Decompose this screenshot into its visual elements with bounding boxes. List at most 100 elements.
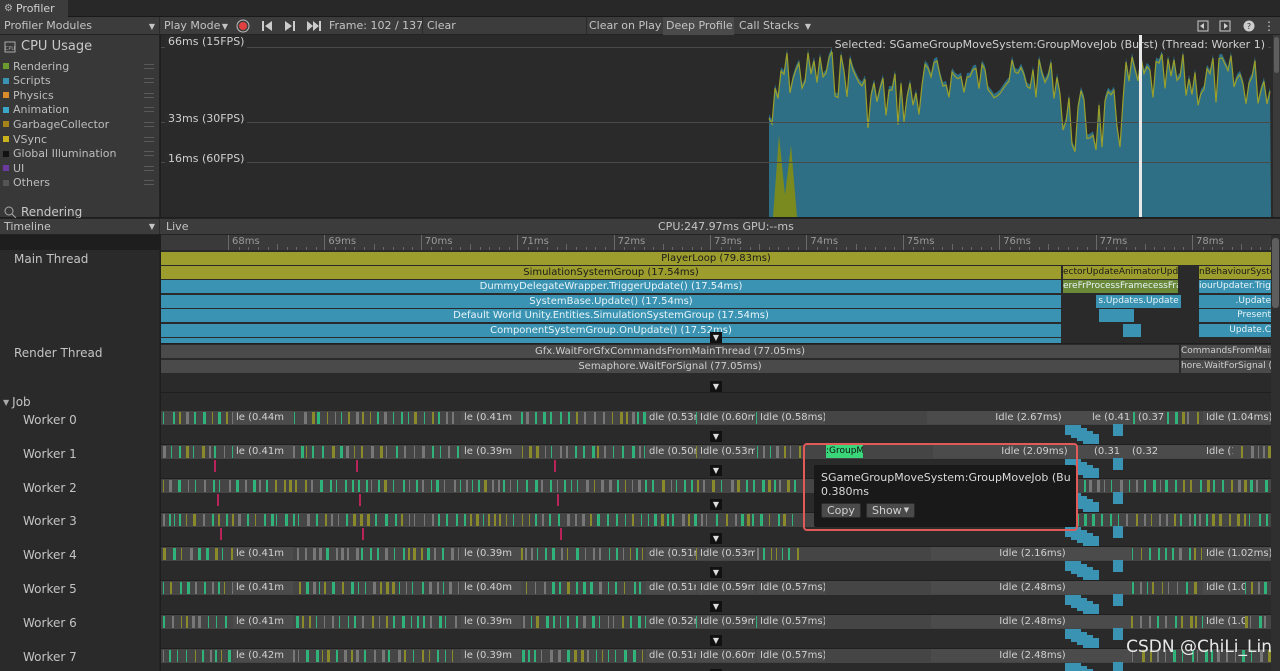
job-sample[interactable] bbox=[545, 446, 546, 458]
idle-sample[interactable]: dle (0.51ms bbox=[646, 649, 696, 662]
job-sample[interactable] bbox=[776, 548, 777, 560]
job-sample[interactable] bbox=[632, 480, 633, 492]
job-sample[interactable] bbox=[385, 514, 388, 526]
first-frame-button[interactable] bbox=[258, 17, 276, 35]
job-sample[interactable] bbox=[370, 548, 372, 560]
job-sample[interactable] bbox=[374, 650, 376, 662]
job-sample[interactable] bbox=[608, 582, 609, 594]
job-sample[interactable] bbox=[1175, 480, 1177, 492]
job-sample[interactable] bbox=[457, 446, 459, 458]
job-sample[interactable] bbox=[567, 650, 570, 662]
job-sample[interactable] bbox=[613, 446, 614, 458]
job-sample[interactable] bbox=[592, 446, 595, 458]
job-sample[interactable] bbox=[452, 650, 453, 662]
job-sample[interactable] bbox=[331, 514, 333, 526]
worker-6-label[interactable]: Worker 6 bbox=[23, 616, 77, 630]
job-sample[interactable] bbox=[602, 650, 603, 662]
job-sample[interactable] bbox=[371, 446, 374, 458]
job-sample[interactable] bbox=[638, 480, 641, 492]
job-sample[interactable] bbox=[362, 616, 364, 628]
job-sample[interactable] bbox=[632, 446, 635, 458]
job-sample[interactable] bbox=[344, 650, 347, 662]
job-sample[interactable] bbox=[232, 514, 234, 526]
job-sample[interactable] bbox=[648, 514, 649, 526]
job-sample[interactable] bbox=[1104, 480, 1105, 492]
job-sample[interactable] bbox=[1222, 480, 1224, 492]
job-sample[interactable] bbox=[523, 616, 525, 628]
idle-sample[interactable]: le (0.39m bbox=[461, 615, 521, 628]
job-sample[interactable] bbox=[293, 650, 295, 662]
job-sample[interactable] bbox=[342, 582, 344, 594]
job-sample[interactable] bbox=[370, 412, 371, 424]
job-sample[interactable] bbox=[414, 446, 415, 458]
timeline-tracks[interactable]: PlayerLoop (79.83ms) SimulationSystemGro… bbox=[161, 250, 1271, 671]
job-sample[interactable] bbox=[319, 582, 320, 594]
job-sample[interactable] bbox=[179, 514, 181, 526]
job-sample[interactable] bbox=[1110, 514, 1112, 526]
job-sample[interactable] bbox=[770, 446, 771, 458]
job-sample[interactable] bbox=[641, 514, 642, 526]
cpu-usage-chart[interactable]: 66ms (15FPS) 33ms (30FPS) 16ms (60FPS) S… bbox=[161, 35, 1280, 217]
job-sample[interactable] bbox=[377, 412, 379, 424]
job-sample[interactable] bbox=[312, 446, 314, 458]
job-sample[interactable] bbox=[626, 412, 628, 424]
job-sample[interactable] bbox=[212, 412, 213, 424]
expand-main-thread-button[interactable]: ▼ bbox=[710, 332, 722, 343]
job-sample[interactable] bbox=[206, 548, 209, 560]
job-sample[interactable] bbox=[313, 582, 316, 594]
job-sample[interactable] bbox=[398, 650, 401, 662]
idle-sample[interactable]: le (0.42m bbox=[233, 649, 293, 662]
job-sample[interactable] bbox=[1190, 480, 1192, 492]
job-sample[interactable] bbox=[778, 514, 780, 526]
job-sample[interactable] bbox=[296, 616, 299, 628]
job-sample[interactable] bbox=[624, 650, 627, 662]
job-sample[interactable] bbox=[451, 548, 454, 560]
job-sample[interactable] bbox=[429, 650, 430, 662]
job-sample[interactable] bbox=[388, 650, 390, 662]
job-sample[interactable] bbox=[440, 446, 441, 458]
job-sample[interactable] bbox=[385, 548, 388, 560]
job-sample[interactable] bbox=[215, 548, 218, 560]
job-sample[interactable] bbox=[322, 446, 324, 458]
job-sample[interactable] bbox=[1206, 514, 1208, 526]
job-sample[interactable] bbox=[172, 616, 174, 628]
idle-sample[interactable]: Idle (1.02ms) bbox=[1203, 445, 1233, 458]
job-sample[interactable] bbox=[583, 616, 586, 628]
job-sample[interactable] bbox=[417, 616, 419, 628]
job-sample[interactable] bbox=[424, 412, 425, 424]
idle-sample[interactable]: Idle (0.59ms) bbox=[697, 581, 755, 594]
job-sample[interactable] bbox=[1266, 514, 1268, 526]
job-sample[interactable] bbox=[624, 582, 625, 594]
job-sample[interactable] bbox=[769, 514, 770, 526]
job-sample[interactable] bbox=[213, 480, 215, 492]
job-sample[interactable] bbox=[1140, 616, 1142, 628]
job-sample[interactable] bbox=[1129, 480, 1130, 492]
job-sample[interactable] bbox=[1165, 480, 1168, 492]
job-sample[interactable] bbox=[558, 514, 560, 526]
legend-item-rendering[interactable]: Rendering bbox=[3, 59, 158, 73]
job-sample[interactable] bbox=[1258, 446, 1259, 458]
profiler-modules-dropdown[interactable]: Profiler Modules ▼ bbox=[0, 17, 160, 35]
job-sample[interactable] bbox=[228, 650, 231, 662]
job-sample[interactable] bbox=[275, 480, 277, 492]
job-sample[interactable] bbox=[380, 582, 382, 594]
job-sample[interactable] bbox=[181, 548, 182, 560]
job-sample[interactable] bbox=[662, 480, 665, 492]
job-sample[interactable] bbox=[522, 446, 523, 458]
job-sample[interactable] bbox=[1181, 616, 1183, 628]
job-sample[interactable] bbox=[776, 446, 779, 458]
idle-sample[interactable]: Idle (0.57ms) bbox=[757, 649, 825, 662]
job-sample[interactable] bbox=[430, 616, 432, 628]
legend-item-others[interactable]: Others bbox=[3, 176, 158, 190]
job-sample[interactable] bbox=[351, 582, 354, 594]
job-sample[interactable] bbox=[361, 446, 363, 458]
job-sample[interactable] bbox=[178, 480, 181, 492]
job-sample[interactable] bbox=[549, 514, 551, 526]
expand-worker-5-button[interactable]: ▼ bbox=[710, 601, 722, 612]
job-sample[interactable] bbox=[581, 650, 584, 662]
job-group-toggle[interactable]: ▼ Job bbox=[3, 395, 31, 409]
job-sample[interactable] bbox=[285, 514, 288, 526]
job-sample[interactable] bbox=[622, 616, 624, 628]
job-sample[interactable] bbox=[536, 616, 539, 628]
job-sample[interactable] bbox=[470, 514, 472, 526]
